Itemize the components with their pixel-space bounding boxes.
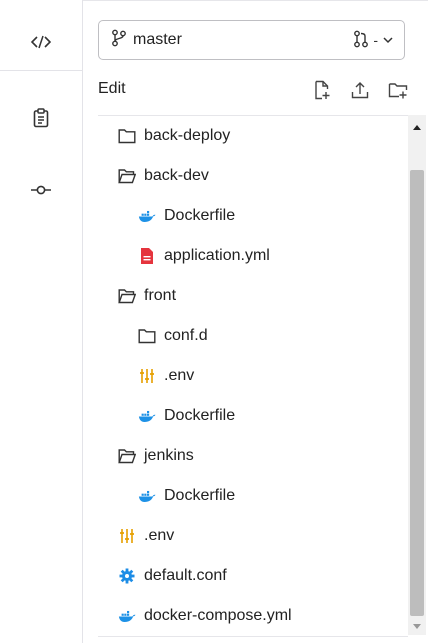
new-file-icon[interactable] [312, 80, 332, 100]
tree-file[interactable]: default.conf [98, 556, 408, 596]
tree-file[interactable]: docker-compose.yml [98, 596, 408, 636]
tree-file[interactable]: .env [98, 516, 408, 556]
file-tree: back-deploy back-dev Dockerfile application… [98, 115, 408, 637]
tree-item-label: back-dev [144, 167, 209, 184]
tree-item-label: back-deploy [144, 127, 231, 144]
tree-item-label: Dockerfile [164, 407, 236, 424]
commit-icon[interactable] [25, 174, 57, 206]
tree-item-label: jenkins [144, 447, 194, 464]
tree-folder[interactable]: front [98, 276, 408, 316]
branch-icon [111, 29, 127, 52]
upload-icon[interactable] [350, 80, 370, 100]
merge-request-icon [353, 30, 369, 51]
tree-item-label: default.conf [144, 567, 227, 584]
scroll-up-arrow[interactable] [411, 122, 423, 132]
docker-icon [138, 487, 156, 505]
tree-item-label: .env [164, 367, 195, 384]
tree-folder[interactable]: conf.d [98, 316, 408, 356]
branch-selector[interactable]: master - [98, 20, 405, 60]
tree-folder[interactable]: back-deploy [98, 116, 408, 156]
tree-file[interactable]: Dockerfile [98, 396, 408, 436]
docker-icon [138, 407, 156, 425]
scrollbar-thumb[interactable] [410, 170, 424, 616]
yaml-file-icon [138, 247, 156, 265]
tree-file[interactable]: application.yml [98, 236, 408, 276]
clipboard-icon[interactable] [25, 102, 57, 134]
gear-icon [118, 567, 136, 585]
code-icon[interactable] [25, 26, 57, 58]
tree-item-label: Dockerfile [164, 487, 236, 504]
folder-open-icon [118, 287, 136, 305]
tree-item-label: .env [144, 527, 175, 544]
rail-divider [0, 70, 82, 71]
tree-folder[interactable]: jenkins [98, 436, 408, 476]
chevron-down-icon [382, 32, 394, 48]
new-folder-icon[interactable] [388, 80, 408, 100]
docker-icon [118, 607, 136, 625]
tree-item-label: Dockerfile [164, 207, 236, 224]
env-icon [138, 367, 156, 385]
folder-open-icon [118, 167, 136, 185]
activity-bar [0, 0, 83, 643]
tree-item-label: docker-compose.yml [144, 607, 292, 624]
branch-name: master [133, 31, 182, 48]
tree-file[interactable]: Dockerfile [98, 476, 408, 516]
branch-meta: - [353, 30, 394, 51]
folder-open-icon [118, 447, 136, 465]
tree-item-label: application.yml [164, 247, 270, 264]
edit-toolbar: Edit [98, 80, 408, 102]
env-icon [118, 527, 136, 545]
folder-icon [118, 127, 136, 145]
tree-file[interactable]: .env [98, 356, 408, 396]
tree-item-label: front [144, 287, 177, 304]
tree-file[interactable]: Dockerfile [98, 196, 408, 236]
folder-icon [138, 327, 156, 345]
tree-folder[interactable]: back-dev [98, 156, 408, 196]
merge-request-count: - [373, 32, 378, 48]
edit-label: Edit [98, 80, 126, 97]
scroll-down-arrow[interactable] [411, 622, 423, 632]
docker-icon [138, 207, 156, 225]
tree-item-label: conf.d [164, 327, 208, 344]
